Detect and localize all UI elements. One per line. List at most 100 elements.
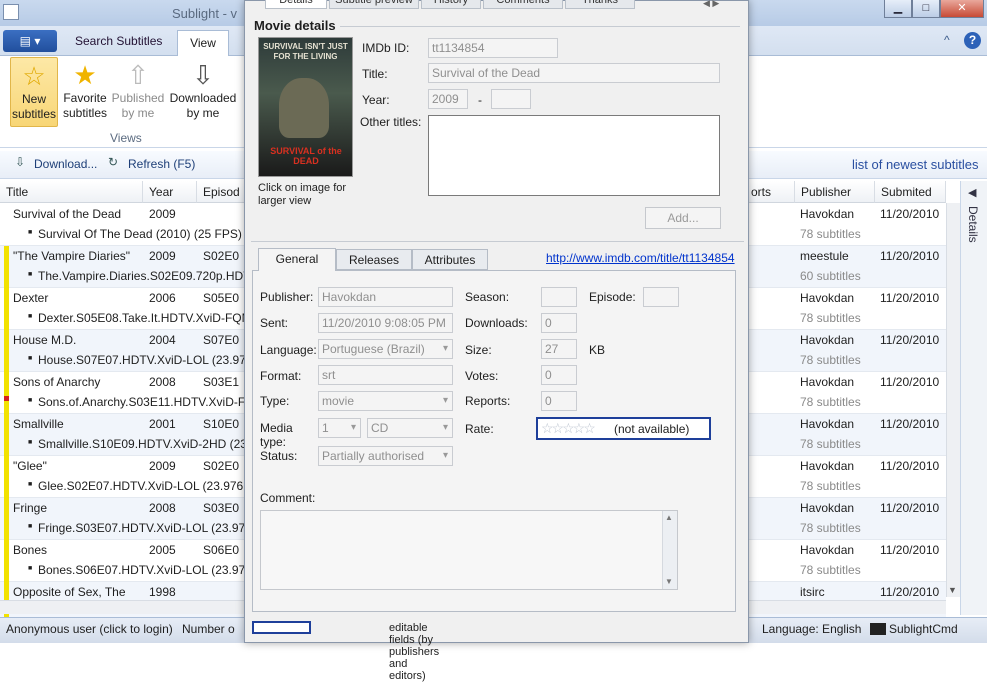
login-status[interactable]: Anonymous user (click to login)	[6, 622, 173, 636]
row-publisher: Havokdan	[800, 417, 855, 431]
favorite-subtitles-button[interactable]: ★ Favorite subtitles	[60, 57, 110, 127]
type-select[interactable]: movie	[318, 391, 453, 411]
language-select[interactable]: Portuguese (Brazil)	[318, 339, 453, 359]
number-status: Number o	[182, 622, 235, 636]
tab-thanks[interactable]: Thanks	[565, 0, 635, 9]
header-episode[interactable]: Episod	[197, 181, 245, 203]
app-icon[interactable]	[3, 4, 19, 20]
tab-details[interactable]: Details	[265, 0, 327, 9]
language-status[interactable]: Language: English	[762, 622, 861, 636]
published-by-me-button[interactable]: ⇧ Published by me	[110, 57, 166, 127]
status-bar-marker	[4, 246, 9, 288]
cmd-status[interactable]: SublightCmd	[889, 622, 958, 636]
movie-poster[interactable]: SURVIVAL ISN'T JUST FOR THE LIVING SURVI…	[258, 37, 353, 177]
rating-stars-icon[interactable]: ☆☆☆☆☆	[541, 420, 596, 437]
new-subtitles-button[interactable]: ☆ New subtitles	[10, 57, 58, 127]
maximize-button[interactable]: □	[912, 0, 940, 18]
refresh-button[interactable]: Refresh (F5)	[128, 157, 195, 171]
imdb-link[interactable]: http://www.imdb.com/title/tt1134854	[546, 251, 735, 265]
header-year[interactable]: Year	[143, 181, 197, 203]
row-file: The.Vampire.Diaries.S02E09.720p.HDTV	[38, 269, 245, 283]
poster-title: SURVIVAL of the DEAD	[270, 146, 342, 166]
row-year: 2008	[149, 501, 176, 515]
title-label: Title:	[362, 67, 388, 81]
row-bullet-icon: ■	[28, 355, 33, 362]
row-count: 78 subtitles	[800, 563, 861, 577]
comment-scroll-up-icon[interactable]: ▲	[665, 513, 673, 522]
row-year: 1998	[149, 585, 176, 599]
tab-general[interactable]: General	[258, 248, 336, 271]
poster-tagline: SURVIVAL ISN'T JUST FOR THE LIVING	[263, 42, 348, 61]
row-bullet-icon: ■	[28, 397, 33, 404]
row-year: 2009	[149, 459, 176, 473]
other-titles-list[interactable]	[428, 115, 720, 196]
row-count: 78 subtitles	[800, 227, 861, 241]
tab-attributes[interactable]: Attributes	[412, 249, 488, 270]
row-title: Dexter	[13, 291, 49, 305]
status-bar-marker	[4, 540, 9, 582]
down-arrow-icon: ⇩	[192, 60, 214, 90]
minimize-button[interactable]: ▁	[884, 0, 912, 18]
row-title: Opposite of Sex, The	[13, 585, 126, 599]
row-date: 11/20/2010	[880, 543, 940, 557]
row-title: House M.D.	[13, 333, 77, 347]
tab-history[interactable]: History	[421, 0, 481, 9]
tab-subtitle-preview[interactable]: Subtitle preview	[329, 0, 419, 9]
size-label: Size:	[465, 343, 492, 357]
row-count: 60 subtitles	[800, 269, 861, 283]
tab-scroll-icon[interactable]: ◀ ▶	[703, 0, 719, 9]
row-episode: S06E0	[203, 543, 240, 557]
header-title[interactable]: Title	[0, 181, 143, 203]
header-reports[interactable]: orts	[745, 181, 795, 203]
title-field[interactable]: Survival of the Dead	[428, 63, 720, 83]
year-to-field[interactable]	[491, 89, 531, 109]
grid-scrollbar[interactable]	[946, 203, 960, 597]
publisher-field[interactable]: Havokdan	[318, 287, 453, 307]
tab-search-subtitles[interactable]: Search Subtitles	[75, 34, 162, 48]
row-episode: S07E0	[203, 333, 240, 347]
episode-field[interactable]	[643, 287, 679, 307]
other-titles-label: Other titles:	[360, 115, 422, 129]
details-side-tab[interactable]: Details	[966, 206, 980, 243]
row-bullet-icon: ■	[28, 481, 33, 488]
add-title-button[interactable]: Add...	[645, 207, 721, 229]
tab-view[interactable]: View	[177, 30, 229, 57]
type-label: Type:	[260, 394, 290, 408]
imdb-field[interactable]: tt1134854	[428, 38, 558, 58]
star-icon: ★	[73, 60, 97, 90]
season-field[interactable]	[541, 287, 577, 307]
scroll-down-icon[interactable]: ▼	[948, 585, 957, 595]
app-menu-button[interactable]: ▤ ▾	[3, 30, 57, 52]
status-bar-marker-red	[4, 396, 9, 401]
status-select[interactable]: Partially authorised	[318, 446, 453, 466]
comment-field[interactable]	[260, 510, 678, 590]
row-publisher: meestule	[800, 249, 849, 263]
ribbon-collapse-icon[interactable]: ^	[944, 33, 950, 47]
format-field[interactable]: srt	[318, 365, 453, 385]
help-icon[interactable]: ?	[964, 32, 981, 49]
comment-scroll-down-icon[interactable]: ▼	[665, 577, 673, 586]
year-field[interactable]: 2009	[428, 89, 468, 109]
tab-comments[interactable]: Comments	[483, 0, 563, 9]
downloaded-by-me-button[interactable]: ⇩ Downloaded by me	[168, 57, 238, 127]
media-count-select[interactable]: 1	[318, 418, 361, 438]
row-publisher: Havokdan	[800, 291, 855, 305]
section-title: Movie details	[254, 18, 336, 33]
row-date: 11/20/2010	[880, 207, 940, 221]
section-divider	[340, 26, 740, 27]
header-publisher[interactable]: Publisher	[795, 181, 875, 203]
close-button[interactable]: ✕	[940, 0, 984, 18]
row-date: 11/20/2010	[880, 375, 940, 389]
row-file: Dexter.S05E08.Take.It.HDTV.XviD-FQM	[38, 311, 245, 325]
rate-box[interactable]: ☆☆☆☆☆ (not available)	[536, 417, 711, 440]
sent-field[interactable]: 11/20/2010 9:08:05 PM	[318, 313, 453, 333]
status-label: Status:	[260, 449, 298, 463]
media-type-select[interactable]: CD	[367, 418, 453, 438]
row-title: Fringe	[13, 501, 48, 515]
side-panel-toggle-icon[interactable]: ◀	[968, 186, 976, 199]
download-button[interactable]: Download...	[34, 157, 97, 171]
header-submited[interactable]: Submited	[875, 181, 946, 203]
row-publisher: Havokdan	[800, 543, 855, 557]
tab-releases[interactable]: Releases	[336, 249, 412, 270]
status-bar-marker	[4, 456, 9, 498]
